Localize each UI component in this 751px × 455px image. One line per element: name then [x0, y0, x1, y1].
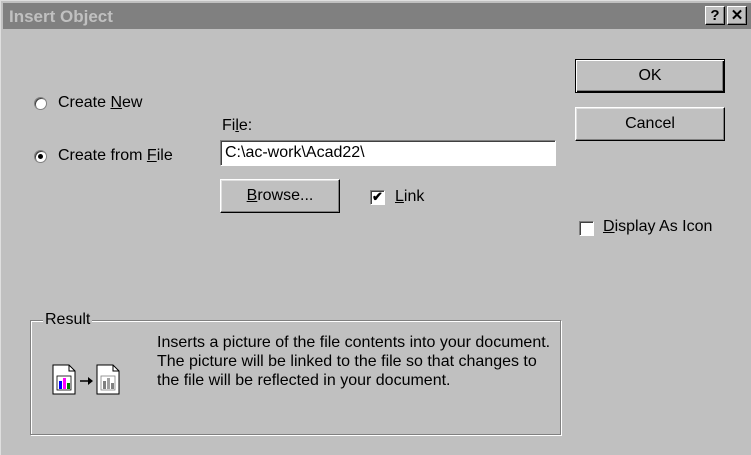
help-button[interactable]: ?: [705, 6, 725, 25]
display-as-icon-box[interactable]: [579, 221, 594, 236]
display-as-icon-label[interactable]: Display As Icon: [603, 218, 712, 236]
dialog-title: Insert Object: [9, 7, 113, 26]
browse-button[interactable]: Browse...: [220, 179, 340, 213]
result-groupbox: Result Inserts a picture of the file con…: [30, 311, 561, 435]
file-picture-icon: [52, 364, 76, 395]
arrow-right-icon: [80, 377, 93, 385]
radio-create-new-indicator[interactable]: [34, 97, 47, 110]
close-icon: ✕: [730, 7, 744, 24]
title-bar: Insert Object ? ✕: [3, 3, 751, 29]
linked-picture-icon: [96, 364, 120, 395]
help-icon: ?: [710, 7, 720, 24]
close-button[interactable]: ✕: [727, 6, 747, 25]
link-checkbox-box[interactable]: ✔: [370, 190, 385, 205]
file-path-input[interactable]: [220, 140, 556, 166]
result-legend: Result: [43, 311, 93, 329]
radio-selected-dot: [38, 154, 43, 159]
result-illustration: [51, 364, 141, 396]
file-label: File:: [222, 117, 253, 134]
radio-create-from-file-label[interactable]: Create from File: [58, 147, 173, 165]
result-description: Inserts a picture of the file contents i…: [157, 334, 551, 389]
result-illustration-svg: [52, 364, 120, 395]
ok-button[interactable]: OK: [575, 59, 725, 93]
insert-object-dialog: Insert Object ? ✕ Create New Create from…: [0, 0, 751, 455]
link-checkbox-label[interactable]: Link: [395, 188, 424, 206]
checkmark-icon: ✔: [372, 189, 383, 204]
radio-create-new-label[interactable]: Create New: [58, 94, 142, 112]
radio-create-from-file-indicator[interactable]: [34, 150, 47, 163]
cancel-button[interactable]: Cancel: [575, 107, 725, 141]
